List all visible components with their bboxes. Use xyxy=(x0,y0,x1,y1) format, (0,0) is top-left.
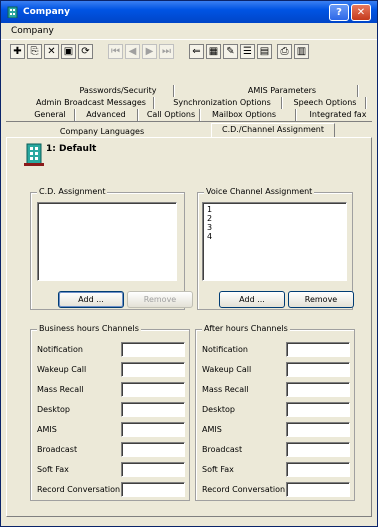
tab-strip: Passwords/Security AMIS Parameters Admin… xyxy=(1,63,377,147)
tab-separator xyxy=(199,109,201,121)
tab-baseline xyxy=(6,121,372,122)
voice-channel-group: Voice Channel Assignment 1234 Add ... Re… xyxy=(197,187,354,310)
tab-separator xyxy=(365,97,367,109)
cd-add-button[interactable]: Add ... xyxy=(58,291,124,308)
channel-field[interactable] xyxy=(121,382,185,397)
channel-field[interactable] xyxy=(121,422,185,437)
channel-field[interactable] xyxy=(121,402,185,417)
tab-separator xyxy=(173,85,175,97)
channel-field[interactable] xyxy=(121,482,185,497)
exit-icon[interactable]: ▥ xyxy=(294,44,309,59)
list-item[interactable]: 3 xyxy=(203,223,346,232)
save-icon[interactable]: ▣ xyxy=(61,44,76,59)
channel-field[interactable] xyxy=(121,342,185,357)
channel-field[interactable] xyxy=(286,482,350,497)
help-button[interactable]: ? xyxy=(329,4,349,21)
list-item[interactable]: 2 xyxy=(203,214,346,223)
close-button[interactable]: ✕ xyxy=(351,4,371,21)
channel-row-label: Record Conversation xyxy=(202,485,286,494)
copy-icon[interactable]: ⎘ xyxy=(27,44,42,59)
channel-row-label: Soft Fax xyxy=(202,465,234,474)
voice-remove-button[interactable]: Remove xyxy=(288,291,354,308)
tab-speech-options[interactable]: Speech Options xyxy=(291,97,359,109)
tab-integrated-fax[interactable]: Integrated fax xyxy=(305,109,371,121)
channel-row-label: Mass Recall xyxy=(37,385,84,394)
after-hours-group: After hours Channels Notification Wakeup … xyxy=(195,324,355,501)
channel-field[interactable] xyxy=(286,362,350,377)
tab-separator xyxy=(74,109,76,121)
refresh-icon[interactable]: ⟳ xyxy=(78,44,93,59)
tab-admin-broadcast[interactable]: Admin Broadcast Messages xyxy=(31,97,151,109)
tab-separator xyxy=(295,109,297,121)
prev-record-icon[interactable]: ◀ xyxy=(125,44,140,59)
channel-row-label: Broadcast xyxy=(202,445,243,454)
channel-row-label: Desktop xyxy=(37,405,70,414)
channel-row-label: Notification xyxy=(37,345,83,354)
business-hours-group: Business hours Channels Notification Wake… xyxy=(30,324,190,501)
channel-row-label: Wakeup Call xyxy=(202,365,252,374)
group-title: Business hours Channels xyxy=(37,324,141,333)
channel-field[interactable] xyxy=(121,462,185,477)
add-icon[interactable]: ✚ xyxy=(10,44,25,59)
group-title: C.D. Assignment xyxy=(37,187,108,196)
tab-passwords-security[interactable]: Passwords/Security xyxy=(69,85,167,97)
tab-general[interactable]: General xyxy=(29,109,71,121)
cd-assignment-list[interactable] xyxy=(37,202,177,281)
building-icon xyxy=(7,6,18,18)
channel-row-label: Soft Fax xyxy=(37,465,69,474)
find-icon[interactable]: ⇐ xyxy=(189,44,204,59)
last-record-icon[interactable]: ⏭ xyxy=(159,44,174,59)
edit-icon[interactable]: ✎ xyxy=(223,44,238,59)
tab-amis-parameters[interactable]: AMIS Parameters xyxy=(239,85,325,97)
properties-icon[interactable]: ☰ xyxy=(240,44,255,59)
group-title: Voice Channel Assignment xyxy=(204,187,315,196)
filter-icon[interactable]: ▦ xyxy=(206,44,221,59)
cd-remove-button[interactable]: Remove xyxy=(127,291,193,308)
next-record-icon[interactable]: ▶ xyxy=(142,44,157,59)
title-bar[interactable]: Company ? ✕ xyxy=(1,1,377,23)
tab-mailbox-options[interactable]: Mailbox Options xyxy=(203,109,285,121)
channel-field[interactable] xyxy=(286,462,350,477)
channel-row-label: Wakeup Call xyxy=(37,365,87,374)
channel-row-label: Desktop xyxy=(202,405,235,414)
channel-field[interactable] xyxy=(121,442,185,457)
entry-label: 1: Default xyxy=(46,144,97,154)
voice-add-button[interactable]: Add ... xyxy=(219,291,285,308)
channel-row-label: AMIS xyxy=(202,425,222,434)
building-icon xyxy=(24,143,44,166)
tab-separator xyxy=(137,109,139,121)
delete-icon[interactable]: ✕ xyxy=(44,44,59,59)
report-icon[interactable]: ▤ xyxy=(257,44,272,59)
print-icon[interactable]: ⎙ xyxy=(277,44,292,59)
list-item[interactable]: 4 xyxy=(203,232,346,241)
menu-company[interactable]: Company xyxy=(11,26,54,36)
channel-field[interactable] xyxy=(286,342,350,357)
tab-advanced[interactable]: Advanced xyxy=(81,109,131,121)
group-title: After hours Channels xyxy=(202,324,290,333)
menu-bar: Company xyxy=(1,23,377,39)
channel-field[interactable] xyxy=(286,382,350,397)
company-window: Company ? ✕ Company ✚ ⎘ ✕ ▣ ⟳ ⏮ ◀ ▶ ⏭ ⇐ ▦ ✎ ☰ ▤ ⎙ ▥ Pas… xyxy=(0,0,378,527)
channel-row-label: Record Conversation xyxy=(37,485,121,494)
first-record-icon[interactable]: ⏮ xyxy=(108,44,123,59)
channel-row-label: Notification xyxy=(202,345,248,354)
channel-field[interactable] xyxy=(286,442,350,457)
tab-separator xyxy=(357,85,359,97)
tab-separator xyxy=(153,97,155,109)
window-title: Company xyxy=(23,7,70,17)
tab-cd-channel-assignment[interactable]: C.D./Channel Assignment xyxy=(211,123,335,137)
channel-field[interactable] xyxy=(286,402,350,417)
tab-separator xyxy=(281,97,283,109)
cd-assignment-group: C.D. Assignment Add ... Remove xyxy=(30,187,193,310)
channel-row-label: Broadcast xyxy=(37,445,78,454)
tab-synchronization[interactable]: Synchronization Options xyxy=(167,97,277,109)
list-item[interactable]: 1 xyxy=(203,205,346,214)
channel-field[interactable] xyxy=(121,362,185,377)
toolbar: ✚ ⎘ ✕ ▣ ⟳ ⏮ ◀ ▶ ⏭ ⇐ ▦ ✎ ☰ ▤ ⎙ ▥ xyxy=(1,39,377,63)
voice-channel-list[interactable]: 1234 xyxy=(202,202,347,281)
channel-row-label: AMIS xyxy=(37,425,57,434)
channel-field[interactable] xyxy=(286,422,350,437)
tab-call-options[interactable]: Call Options xyxy=(145,109,197,121)
channel-row-label: Mass Recall xyxy=(202,385,249,394)
